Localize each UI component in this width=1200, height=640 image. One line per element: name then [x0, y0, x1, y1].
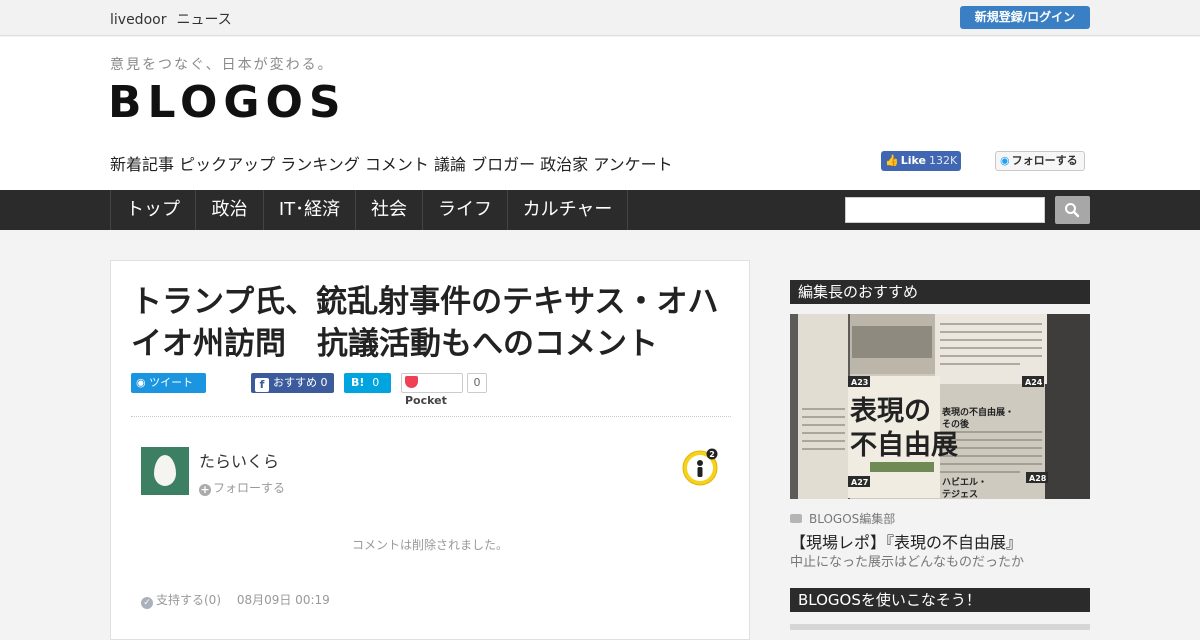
livedoor-news-link[interactable]: livedoor ニュース: [110, 9, 242, 29]
image-tag-a23: A23: [851, 378, 868, 387]
comment-deleted-text: コメントは削除されました。: [351, 538, 508, 552]
feature-image[interactable]: A23 表現の 不自由展 A27 A24 表現の不自由展・ その後 A28 ハビ…: [790, 314, 1090, 499]
nav-society[interactable]: 社会: [355, 190, 422, 230]
howto-heading: BLOGOSを使いこなそう！: [790, 588, 1090, 612]
image-tag-a27: A27: [851, 478, 868, 487]
badge-count: 2: [709, 450, 715, 459]
pocket-icon: [405, 376, 418, 388]
fb-recommend-count: 0: [320, 376, 328, 389]
tw-follow-label: フォローする: [1011, 154, 1078, 167]
article-title-line1: トランプ氏、銃乱射事件のテキサス・オハ: [131, 284, 719, 320]
comment-date: 08月09日 00:19: [236, 593, 330, 607]
tweet-label: ツイート: [149, 376, 194, 389]
image-caption-1: 表現の不自由展・: [941, 406, 1014, 418]
fb-like-count: 132K: [928, 154, 958, 167]
cat-ranking[interactable]: ランキング: [280, 155, 360, 174]
hatena-bookmark-button[interactable]: B! 0: [344, 373, 391, 393]
twitter-bird-icon: ◉: [1000, 154, 1010, 167]
howto-panel: [790, 624, 1090, 630]
site-tagline: 意見をつなぐ、日本が変わる。: [110, 57, 334, 73]
image-headline-2: 不自由展: [850, 429, 958, 461]
feature-photo: A23 表現の 不自由展 A27 A24 表現の不自由展・ その後 A28 ハビ…: [790, 314, 1090, 499]
main-nav: トップ 政治 IT･経済 社会 ライフ カルチャー: [0, 190, 1200, 230]
search-icon: [1065, 203, 1080, 218]
facebook-recommend-button[interactable]: f おすすめ 0: [251, 373, 334, 393]
follow-label: フォローする: [213, 481, 286, 495]
hatena-count: 0: [372, 376, 380, 389]
camera-icon: [790, 514, 802, 523]
author-name[interactable]: たらいくら: [199, 448, 279, 472]
nav-culture[interactable]: カルチャー: [507, 190, 628, 230]
author-avatar[interactable]: [141, 447, 189, 495]
follow-author-link[interactable]: + フォローする: [199, 479, 285, 496]
feature-source-name: BLOGOS編集部: [809, 512, 896, 526]
nav-it-economy[interactable]: IT･経済: [263, 190, 355, 230]
article-card: トランプ氏、銃乱射事件のテキサス・オハ イオ州訪問 抗議活動もへのコメント ◉ …: [110, 260, 750, 640]
feature-title-link[interactable]: 【現場レポ】『表現の不自由展』: [790, 529, 1022, 553]
nav-politics[interactable]: 政治: [195, 190, 263, 230]
image-tag-a24: A24: [1025, 378, 1043, 387]
category-nav: 新着記事 ピックアップ ランキング コメント 議論 ブロガー 政治家 アンケート: [110, 151, 673, 175]
facebook-icon: f: [255, 378, 269, 392]
top-bar: livedoor ニュース 新規登録/ログイン: [0, 0, 1200, 36]
search-button[interactable]: [1055, 196, 1090, 224]
fb-like-label: Like: [900, 154, 926, 167]
cat-new[interactable]: 新着記事: [110, 155, 174, 174]
pocket-button[interactable]: Pocket: [401, 373, 463, 407]
nav-life[interactable]: ライフ: [422, 190, 507, 230]
login-button[interactable]: 新規登録/ログイン: [960, 6, 1090, 29]
comment-footer: ✓ 支持する(0) 08月09日 00:19: [141, 591, 330, 609]
cat-pickup[interactable]: ピックアップ: [179, 155, 275, 174]
editor-pick-heading: 編集長のおすすめ: [790, 280, 1090, 304]
cat-comment[interactable]: コメント: [365, 155, 429, 174]
egg-icon: [154, 455, 176, 486]
support-button[interactable]: ✓ 支持する(0): [141, 593, 221, 609]
tweet-button[interactable]: ◉ ツイート: [131, 373, 206, 393]
search-input[interactable]: [845, 197, 1045, 223]
cat-politician[interactable]: 政治家: [540, 155, 588, 174]
thumbs-up-icon: 👍: [885, 154, 899, 167]
feature-source: BLOGOS編集部: [790, 510, 895, 527]
twitter-follow-button[interactable]: ◉ フォローする: [995, 151, 1085, 171]
image-headline-1: 表現の: [850, 396, 931, 427]
cat-survey[interactable]: アンケート: [593, 155, 672, 174]
article-title-line2: イオ州訪問 抗議活動もへのコメント: [131, 326, 658, 362]
cat-debate[interactable]: 議論: [434, 155, 466, 174]
plus-icon: +: [199, 483, 211, 496]
image-tag-a28: A28: [1029, 474, 1047, 483]
pocket-count: 0: [467, 373, 487, 393]
divider: [131, 416, 731, 417]
user-rank-badge-icon: 2: [682, 448, 718, 486]
check-icon: ✓: [141, 597, 153, 609]
feature-subtitle: 中止になった展示はどんなものだったか: [790, 555, 1025, 570]
image-caption-4: テジェス: [942, 489, 978, 499]
support-label: 支持する(0): [156, 593, 221, 607]
hatena-label: B!: [351, 376, 365, 389]
brand-name: livedoor: [110, 12, 167, 28]
image-caption-3: ハビエル・: [942, 476, 987, 488]
site-logo[interactable]: BLOGOS: [108, 77, 347, 128]
cat-blogger[interactable]: ブロガー: [471, 155, 535, 174]
facebook-like-button[interactable]: 👍 Like 132K: [881, 151, 961, 171]
nav-top[interactable]: トップ: [110, 190, 195, 230]
twitter-bird-icon: ◉: [136, 376, 146, 389]
brand-sub: ニュース: [176, 12, 232, 28]
site-header: 意見をつなぐ、日本が変わる。 BLOGOS 新着記事 ピックアップ ランキング …: [0, 37, 1200, 190]
pocket-label: Pocket: [405, 394, 447, 407]
fb-recommend-label: おすすめ: [273, 376, 317, 389]
article-title: トランプ氏、銃乱射事件のテキサス・オハ イオ州訪問 抗議活動もへのコメント: [131, 281, 731, 365]
image-caption-2: その後: [942, 418, 970, 430]
